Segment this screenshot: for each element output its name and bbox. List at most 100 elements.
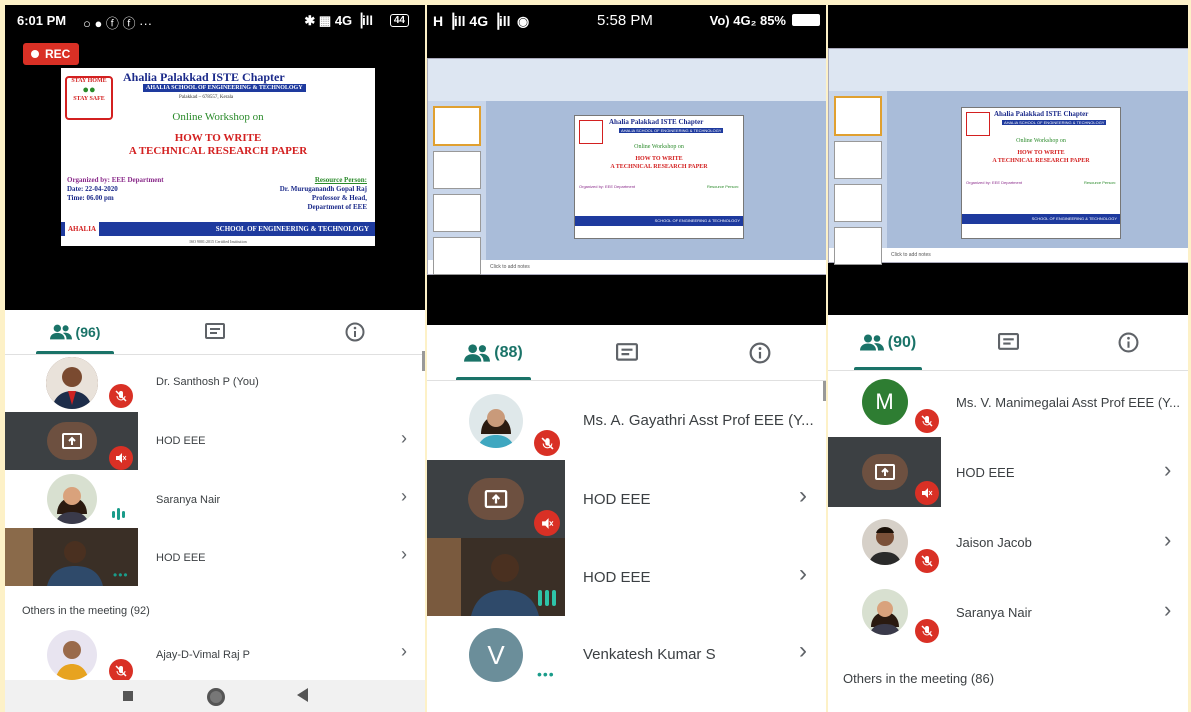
participant-row[interactable]: HOD EEE › <box>828 437 1188 507</box>
more-dots-icon: ••• <box>113 568 129 582</box>
avatar <box>861 519 908 565</box>
participant-row[interactable]: Dr. Santhosh P (You) <box>5 354 425 412</box>
status-time: 6:01 PM <box>17 13 67 28</box>
ribbon <box>428 59 826 102</box>
phone-screen-1: 6:01 PM ○ ● ⓕ ⓕ ··· ✱ ▦ 4G▕ill 44 REC ST… <box>5 5 425 712</box>
avatar <box>46 474 97 524</box>
tab-chat[interactable] <box>560 325 693 380</box>
avatar <box>46 630 97 680</box>
meeting-tabs: (90) <box>828 315 1188 371</box>
participant-name: Ms. V. Manimegalai Asst Prof EEE (Y... <box>956 395 1180 410</box>
chat-icon <box>997 333 1019 350</box>
avatar <box>469 394 523 448</box>
participant-row[interactable]: Jaison Jacob › <box>828 507 1188 577</box>
ribbon <box>829 49 1188 92</box>
chevron-right-icon[interactable]: › <box>401 428 407 449</box>
tab-info[interactable] <box>285 310 425 354</box>
rec-label: REC <box>45 47 71 61</box>
presenting-icon <box>468 478 524 520</box>
chevron-right-icon[interactable]: › <box>1164 457 1171 483</box>
meeting-tabs: (88) <box>427 325 826 381</box>
info-icon <box>345 322 365 342</box>
info-icon <box>749 342 770 363</box>
mic-off-icon <box>109 384 133 408</box>
participant-name: HOD EEE <box>583 569 651 586</box>
tab-people[interactable]: (90) <box>828 315 948 370</box>
android-nav-bar <box>5 680 425 712</box>
powerpoint-window: Ahalia Palakkad ISTE Chapter AHALIA SCHO… <box>828 48 1188 265</box>
chevron-right-icon[interactable]: › <box>401 641 407 662</box>
home-button[interactable] <box>207 688 225 706</box>
presenting-icon <box>861 454 908 490</box>
avatar <box>861 589 908 635</box>
notes-pane[interactable]: Click to add notes <box>486 260 826 274</box>
more-dots-icon: ••• <box>537 666 555 682</box>
chevron-right-icon[interactable]: › <box>1164 527 1171 553</box>
chevron-right-icon[interactable]: › <box>799 482 807 510</box>
participant-row[interactable]: HOD EEE › <box>5 412 425 470</box>
participant-row[interactable]: HOD EEE › <box>427 460 826 538</box>
chevron-right-icon[interactable]: › <box>799 637 807 665</box>
participant-row[interactable]: HOD EEE › <box>427 538 826 616</box>
speaking-indicator-icon <box>112 508 125 520</box>
participant-row[interactable]: Saranya Nair › <box>5 470 425 528</box>
video-feed: Ahalia Palakkad ISTE Chapter AHALIA SCHO… <box>828 5 1188 315</box>
participant-name: Jaison Jacob <box>956 535 1032 550</box>
presentation-slide: STAY HOME ●● STAY SAFE Ahalia Palakkad I… <box>61 68 375 246</box>
chat-icon <box>615 342 638 361</box>
sound-off-icon <box>109 446 133 470</box>
people-icon <box>49 324 72 340</box>
participant-name: HOD EEE <box>583 491 651 508</box>
mic-off-icon <box>915 409 939 433</box>
phone-screen-2: H▕ill 4G▕ill ◉ 5:58 PM Vo) 4G₂ 85% Ahali… <box>427 5 826 712</box>
participant-row[interactable]: Saranya Nair › <box>828 577 1188 647</box>
status-time: 5:58 PM <box>597 12 653 29</box>
chevron-right-icon[interactable]: › <box>799 560 807 588</box>
recents-button[interactable] <box>123 691 133 701</box>
mic-off-icon <box>534 430 560 456</box>
status-signal: H▕ill 4G▕ill <box>433 13 511 29</box>
avatar: V <box>469 628 523 682</box>
participant-row[interactable]: Ajay-D-Vimal Raj P › <box>5 627 425 683</box>
slide-workshop: Online Workshop on <box>172 111 264 123</box>
people-icon <box>859 334 884 351</box>
back-button[interactable] <box>297 688 308 702</box>
presentation-slide: Ahalia Palakkad ISTE Chapter AHALIA SCHO… <box>574 115 744 239</box>
tab-chat[interactable] <box>145 310 285 354</box>
participant-name: Venkatesh Kumar S <box>583 646 716 663</box>
chevron-right-icon[interactable]: › <box>1164 597 1171 623</box>
slide-details: Organized by: EEE Department Date: 22-04… <box>67 176 164 202</box>
participant-name: Saranya Nair <box>156 494 221 506</box>
chat-bubble-icon: ◉ <box>517 13 530 29</box>
notes-pane[interactable]: Click to add notes <box>887 248 1188 262</box>
participant-row[interactable]: V ••• Venkatesh Kumar S › <box>427 616 826 694</box>
tab-info[interactable] <box>693 325 826 380</box>
participant-count: (88) <box>494 343 523 361</box>
participant-name: Dr. Santhosh P (You) <box>156 376 259 388</box>
slide-thumbnails <box>428 101 486 275</box>
slide-footer: AHALIA SCHOOL OF ENGINEERING & TECHNOLOGY <box>61 222 375 236</box>
slide-resource-person: Resource Person: Dr. Muruganandh Gopal R… <box>279 176 367 211</box>
slide-school-badge: AHALIA SCHOOL OF ENGINEERING & TECHNOLOG… <box>143 84 306 92</box>
chat-icon <box>205 323 225 339</box>
info-icon <box>1118 332 1138 353</box>
participant-name: HOD EEE <box>156 435 206 447</box>
participant-row[interactable]: Ms. A. Gayathri Asst Prof EEE (Y... <box>427 382 826 460</box>
people-icon <box>464 343 491 362</box>
slide-org: Ahalia Palakkad ISTE Chapter <box>123 70 285 84</box>
chevron-right-icon[interactable]: › <box>401 544 407 565</box>
chevron-right-icon[interactable]: › <box>401 486 407 507</box>
tab-people[interactable]: (96) <box>5 310 145 354</box>
participant-count: (90) <box>887 333 917 351</box>
tab-info[interactable] <box>1068 315 1188 370</box>
slide-thumbnails <box>829 91 887 265</box>
mic-off-icon <box>915 619 939 643</box>
tab-people[interactable]: (88) <box>427 325 560 380</box>
avatar <box>45 357 98 409</box>
sound-off-icon <box>915 481 939 505</box>
battery-icon <box>792 14 820 26</box>
tab-chat[interactable] <box>948 315 1068 370</box>
participant-name: Saranya Nair <box>956 605 1032 620</box>
participant-row[interactable]: ••• HOD EEE › <box>5 528 425 586</box>
participant-row[interactable]: M Ms. V. Manimegalai Asst Prof EEE (Y... <box>828 367 1188 437</box>
